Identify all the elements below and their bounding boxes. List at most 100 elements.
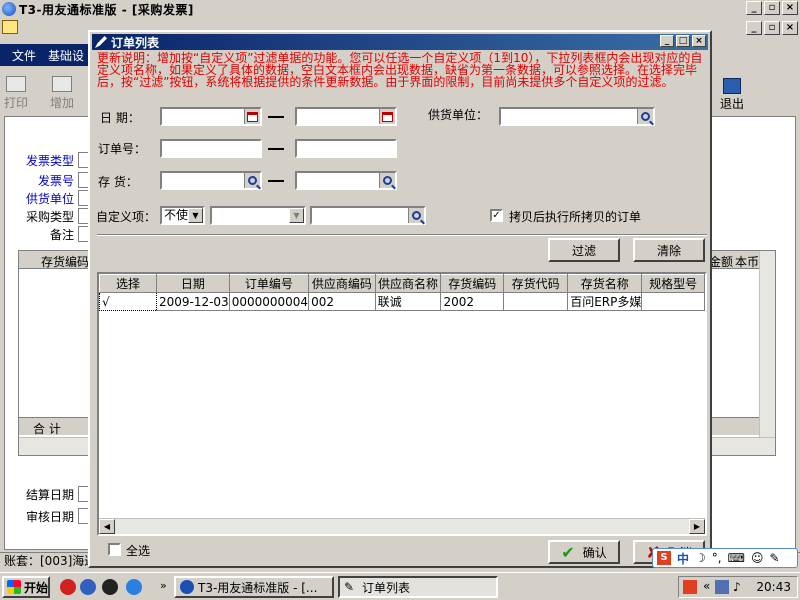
cell-select[interactable]: √ [99,292,157,311]
keyboard-icon[interactable]: ⌨ [728,551,745,565]
filter-divider [97,234,707,236]
restore-button[interactable]: ▫ [764,1,780,15]
col-supplier-code[interactable]: 供应商编码 [308,274,376,293]
user-icon[interactable]: ☺ [751,551,764,565]
dialog-close-button[interactable]: × [692,35,706,47]
col-order-no[interactable]: 订单编号 [228,274,310,293]
inventory-to-lookup-button[interactable] [379,173,395,188]
status-account: 账套：[003]海达 [4,554,97,568]
tray-sogou-icon[interactable] [683,580,697,594]
cell-supplier-name: 联诚 [375,292,442,311]
custom-item-select[interactable]: 不使 ▼ [160,206,205,225]
quicklaunch-more-icon[interactable]: » [160,579,167,592]
inventory-to-input[interactable] [295,171,397,190]
cell-inventory-name: 百问ERP多媒 [567,292,643,311]
col-supplier-name[interactable]: 供应商名称 [374,274,442,293]
cell-order-no: 0000000004 [229,292,310,311]
cell-inventory-code: 2002 [440,292,505,311]
label-invoice-no: 发票号 [38,174,75,188]
supplier-input[interactable] [499,107,655,126]
child-minimize-button[interactable]: _ [746,21,762,35]
tray-network-icon[interactable] [715,580,729,594]
filter-button[interactable]: 过滤 [548,238,620,262]
scroll-right-button[interactable]: ▶ [689,519,705,534]
chevron-down-icon[interactable]: ▼ [289,208,304,223]
label-supplier: 供货单位 [26,192,75,206]
pen-icon: ✎ [344,580,355,594]
date-to-calendar-button[interactable] [379,109,395,124]
copy-execute-checkbox[interactable]: ✓ [490,209,503,222]
col-inventory-alias[interactable]: 存货代码 [503,274,569,293]
inventory-from-input[interactable] [160,171,262,190]
date-range-dash [268,116,284,118]
dialog-minimize-button[interactable]: _ [660,35,674,47]
invoice-grid-vscroll[interactable] [759,251,775,437]
minimize-button[interactable]: _ [746,1,762,15]
close-button[interactable]: × [782,1,798,15]
order-no-label: 订单号： [98,142,147,156]
order-grid-hscroll[interactable]: ◀ ▶ [99,518,705,534]
date-from-calendar-button[interactable] [244,109,260,124]
quicklaunch-qq-icon[interactable] [102,579,118,595]
copy-execute-label: 拷贝后执行所拷贝的订单 [509,210,642,224]
custom-item-label: 自定义项： [96,210,157,224]
child-restore-button[interactable]: ▫ [764,21,780,35]
custom-value-lookup-button[interactable] [408,208,424,223]
wrench-icon[interactable]: ✎ [769,551,779,565]
date-from-input[interactable] [160,107,262,126]
order-no-to-input[interactable] [295,139,397,158]
table-row[interactable]: √ 2009-12-03 0000000004 002 联诚 2002 百问ER… [99,292,705,311]
scroll-left-button[interactable]: ◀ [99,519,115,534]
quicklaunch-explorer-icon[interactable] [80,579,96,595]
tray-expand-icon[interactable]: « [703,579,710,593]
col-inventory-name[interactable]: 存货名称 [567,274,643,293]
task-order-list[interactable]: ✎ 订单列表 [338,576,498,598]
child-close-button[interactable]: × [782,21,798,35]
custom-item-value-input[interactable] [310,206,426,225]
task-t3-app[interactable]: T3-用友通标准版 - [... [174,576,334,598]
update-notice: 更新说明：增加按“自定义项”过滤单据的功能。您可以任选一个自定义项（1到10），… [97,51,703,89]
ime-mode[interactable]: 中 [677,550,689,567]
punctuation-icon[interactable]: °, [712,551,722,565]
label-invoice-type: 发票类型 [26,154,75,168]
cell-supplier-code: 002 [308,292,376,311]
menu-basic-settings[interactable]: 基础设 [48,47,84,64]
chevron-down-icon[interactable]: ▼ [188,208,203,223]
quicklaunch-browser-icon[interactable] [60,579,76,595]
volume-icon[interactable]: ♪ [733,580,741,594]
supplier-lookup-button[interactable] [637,109,653,124]
taskbar: 开始 » T3-用友通标准版 - [... ✎ 订单列表 « ♪ 20:43 [0,572,800,600]
custom-item-name-select[interactable]: ▼ [210,206,306,225]
add-button[interactable]: 增加 [50,76,74,111]
quicklaunch-ie-icon[interactable] [126,579,142,595]
col-spec[interactable]: 规格型号 [641,274,705,293]
select-all-label: 全选 [126,544,151,558]
menubar: 文件 基础设 [0,44,100,66]
magnifier-icon [248,176,257,185]
magnifier-icon [383,176,392,185]
inventory-label: 存 货： [98,175,138,189]
order-no-from-input[interactable] [160,139,262,158]
inventory-from-lookup-button[interactable] [244,173,260,188]
col-date[interactable]: 日期 [155,274,230,293]
menu-file[interactable]: 文件 [12,47,36,64]
header-currency: 本币 [735,255,760,269]
col-inventory-code[interactable]: 存货编码 [440,274,505,293]
moon-icon[interactable]: ☽ [695,551,706,565]
dialog-maximize-button[interactable]: □ [676,35,690,47]
date-to-input[interactable] [295,107,397,126]
print-button[interactable]: 打印 [4,76,28,111]
ok-button[interactable]: ✔ 确认 [548,540,620,564]
document-icon [2,20,18,34]
clear-button[interactable]: 清除 [633,238,705,262]
col-select[interactable]: 选择 [99,274,157,293]
calendar-icon [382,111,393,122]
select-all-checkbox[interactable] [108,543,121,556]
ime-toolbar[interactable]: S 中 ☽ °, ⌨ ☺ ✎ [652,548,798,568]
clock[interactable]: 20:43 [756,580,791,594]
start-button[interactable]: 开始 [2,576,50,598]
header-amount: 金额 [709,255,734,269]
date-label: 日 期： [100,111,140,125]
exit-button[interactable]: 退出 [712,78,752,112]
toolbar: 打印 增加 [0,72,100,112]
